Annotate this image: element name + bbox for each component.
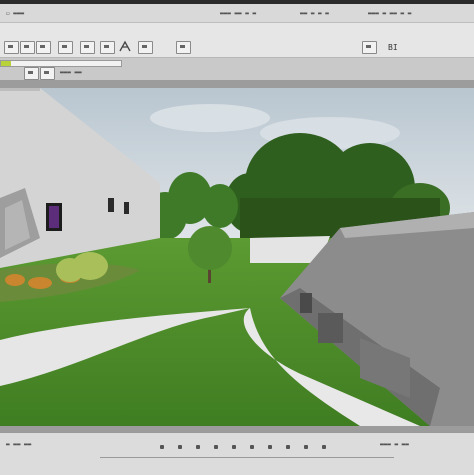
move-icon[interactable] [20,41,35,54]
subbar-label: ▬▬▬ ▬▬ [60,69,82,76]
light-icon[interactable] [118,39,132,53]
camera-icon[interactable] [100,41,115,54]
menu-center-label[interactable]: ▬▬▬ ▬▬ ▬ ▬ [220,10,256,17]
sub-toolbar: ▬▬▬ ▬▬ [0,58,474,81]
step-icon[interactable] [196,445,200,449]
wire-icon[interactable] [40,67,55,80]
menu-status-label: ▬▬ ▬ ▬ ▬ [300,10,329,17]
scene-render [0,88,474,426]
pan-icon[interactable] [250,445,254,449]
render-progress-fill [1,61,11,66]
status-right-label: ▬▬▬ ▬ ▬▬ [380,441,409,448]
play-icon[interactable] [160,445,164,449]
status-left-label: ▬ ▬▬ ▬▬ [6,441,32,448]
timeline-rule [100,457,394,458]
status-bar: ▬ ▬▬ ▬▬ ▬▬▬ ▬ ▬▬ [0,432,474,475]
loop-icon[interactable] [214,445,218,449]
render-icon[interactable] [138,41,153,54]
menu-right-label[interactable]: ▬▬▬ ▬ ▬▬ ▬ ▬ [368,10,411,17]
render-progress-bar [0,60,122,67]
stop-icon[interactable] [178,445,182,449]
snap-icon[interactable] [80,41,95,54]
settings-icon[interactable] [304,445,308,449]
menu-left-label[interactable]: ▭ ▬▬▬ [6,10,24,17]
scale-icon[interactable] [58,41,73,54]
rotate-icon[interactable] [36,41,51,54]
layers-icon[interactable] [362,41,377,54]
grid-icon[interactable] [24,67,39,80]
select-icon[interactable] [4,41,19,54]
zoom-icon[interactable] [232,445,236,449]
toolbar-right-label[interactable]: BI [388,43,398,52]
main-toolbar: BI [0,23,474,58]
view-icon[interactable] [286,445,290,449]
help-icon[interactable] [322,445,326,449]
menu-bar: ▭ ▬▬▬ ▬▬▬ ▬▬ ▬ ▬ ▬▬ ▬ ▬ ▬ ▬▬▬ ▬ ▬▬ ▬ ▬ [0,4,474,23]
orbit-icon[interactable] [268,445,272,449]
3d-viewport[interactable] [0,88,474,426]
frame-icon[interactable] [176,41,191,54]
